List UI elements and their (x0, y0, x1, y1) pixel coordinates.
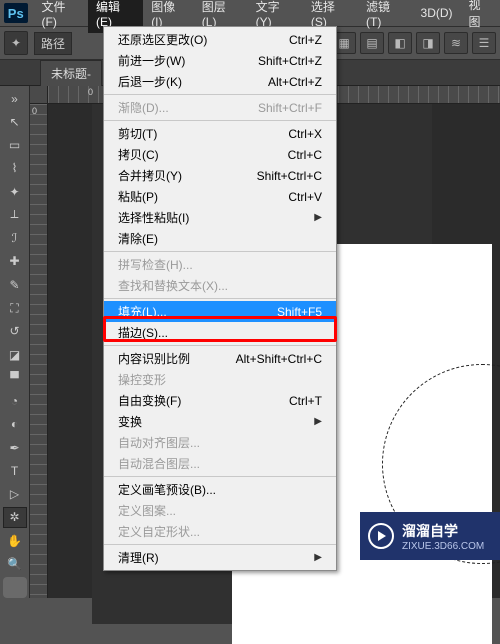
menu-item-puppet: 操控变形 (104, 369, 336, 390)
opt-mode-label[interactable]: 路径 (34, 32, 72, 55)
toolbox: » ↖ ▭ ⌇ ✦ ⟂ ℐ ✚ ✎ ⛶ ↺ ◪ ▀ ◔ ◐ ✒ T ▷ ✲ ✋ … (0, 86, 30, 598)
history-brush-tool-icon[interactable]: ↺ (3, 321, 27, 342)
menu-item-define-pattern: 定义图案... (104, 500, 336, 521)
ruler-h-mark: 0 (88, 87, 93, 97)
menu-item-paste[interactable]: 粘贴(P)Ctrl+V (104, 186, 336, 207)
optbar-button-7[interactable]: ☰ (472, 32, 496, 54)
menu-item-copy-merged[interactable]: 合并拷贝(Y)Shift+Ctrl+C (104, 165, 336, 186)
play-icon (368, 523, 394, 549)
optbar-button-4[interactable]: ◧ (388, 32, 412, 54)
edit-dropdown: 还原选区更改(O)Ctrl+Z 前进一步(W)Shift+Ctrl+Z 后退一步… (103, 26, 337, 571)
dodge-tool-icon[interactable]: ◐ (3, 414, 27, 435)
watermark-brand: 溜溜自学 (402, 521, 484, 541)
menu-item-transform[interactable]: 变换▶ (104, 411, 336, 432)
text-tool-icon[interactable]: T (3, 460, 27, 481)
optbar-button-5[interactable]: ◨ (416, 32, 440, 54)
pen-tool-icon[interactable]: ✒ (3, 437, 27, 458)
watermark-site: ZIXUE.3D66.COM (402, 541, 484, 552)
menu-item-spell: 拼写检查(H)... (104, 254, 336, 275)
foreground-color-swatch[interactable] (3, 577, 27, 598)
menu-item-undo[interactable]: 还原选区更改(O)Ctrl+Z (104, 29, 336, 50)
menu-filter[interactable]: 滤镜(T) (358, 0, 413, 33)
ruler-vertical: 0 (30, 104, 48, 598)
menu-item-step-forward[interactable]: 前进一步(W)Shift+Ctrl+Z (104, 50, 336, 71)
menu-item-fill[interactable]: 填充(L)...Shift+F5 (104, 301, 336, 322)
document-tab[interactable]: 未标题- (40, 60, 102, 86)
menu-item-stroke[interactable]: 描边(S)... (104, 322, 336, 343)
blur-tool-icon[interactable]: ◔ (3, 390, 27, 411)
menu-item-cut[interactable]: 剪切(T)Ctrl+X (104, 123, 336, 144)
gradient-tool-icon[interactable]: ▀ (3, 367, 27, 388)
menu-item-purge[interactable]: 清理(R)▶ (104, 547, 336, 568)
menu-view[interactable]: 视图 (461, 0, 500, 34)
tool-preset-icon[interactable]: ✦ (4, 31, 28, 55)
crop-tool-icon[interactable]: ⟂ (3, 204, 27, 225)
move-tool-icon[interactable]: ↖ (3, 111, 27, 132)
menu-item-define-brush[interactable]: 定义画笔预设(B)... (104, 479, 336, 500)
hand-tool-icon[interactable]: ✋ (3, 530, 27, 551)
watermark-badge: 溜溜自学 ZIXUE.3D66.COM (360, 512, 500, 560)
wand-tool-icon[interactable]: ✦ (3, 181, 27, 202)
app-logo: Ps (4, 3, 28, 23)
brush-tool-icon[interactable]: ✎ (3, 274, 27, 295)
marquee-tool-icon[interactable]: ▭ (3, 135, 27, 156)
menu-item-define-shape: 定义自定形状... (104, 521, 336, 542)
menu-item-fade: 渐隐(D)...Shift+Ctrl+F (104, 97, 336, 118)
menu-item-clear[interactable]: 清除(E) (104, 228, 336, 249)
menu-item-step-back[interactable]: 后退一步(K)Alt+Ctrl+Z (104, 71, 336, 92)
heal-tool-icon[interactable]: ✚ (3, 251, 27, 272)
menu-file[interactable]: 文件(F) (34, 0, 89, 33)
eraser-tool-icon[interactable]: ◪ (3, 344, 27, 365)
menu-item-free-transform[interactable]: 自由变换(F)Ctrl+T (104, 390, 336, 411)
optbar-button-6[interactable]: ≋ (444, 32, 468, 54)
menu-item-content-aware[interactable]: 内容识别比例Alt+Shift+Ctrl+C (104, 348, 336, 369)
lasso-tool-icon[interactable]: ⌇ (3, 158, 27, 179)
menu-3d[interactable]: 3D(D) (413, 2, 461, 24)
eyedropper-tool-icon[interactable]: ℐ (3, 228, 27, 249)
shape-tool-icon[interactable]: ✲ (3, 507, 27, 528)
menu-item-auto-align: 自动对齐图层... (104, 432, 336, 453)
menu-item-paste-special[interactable]: 选择性粘贴(I)▶ (104, 207, 336, 228)
stamp-tool-icon[interactable]: ⛶ (3, 297, 27, 318)
optbar-button-3[interactable]: ▤ (360, 32, 384, 54)
menu-item-copy[interactable]: 拷贝(C)Ctrl+C (104, 144, 336, 165)
zoom-tool-icon[interactable]: 🔍 (3, 553, 27, 574)
menu-item-find-replace: 查找和替换文本(X)... (104, 275, 336, 296)
menu-item-auto-blend: 自动混合图层... (104, 453, 336, 474)
expand-toolbox-icon[interactable]: » (3, 88, 27, 109)
path-select-tool-icon[interactable]: ▷ (3, 484, 27, 505)
